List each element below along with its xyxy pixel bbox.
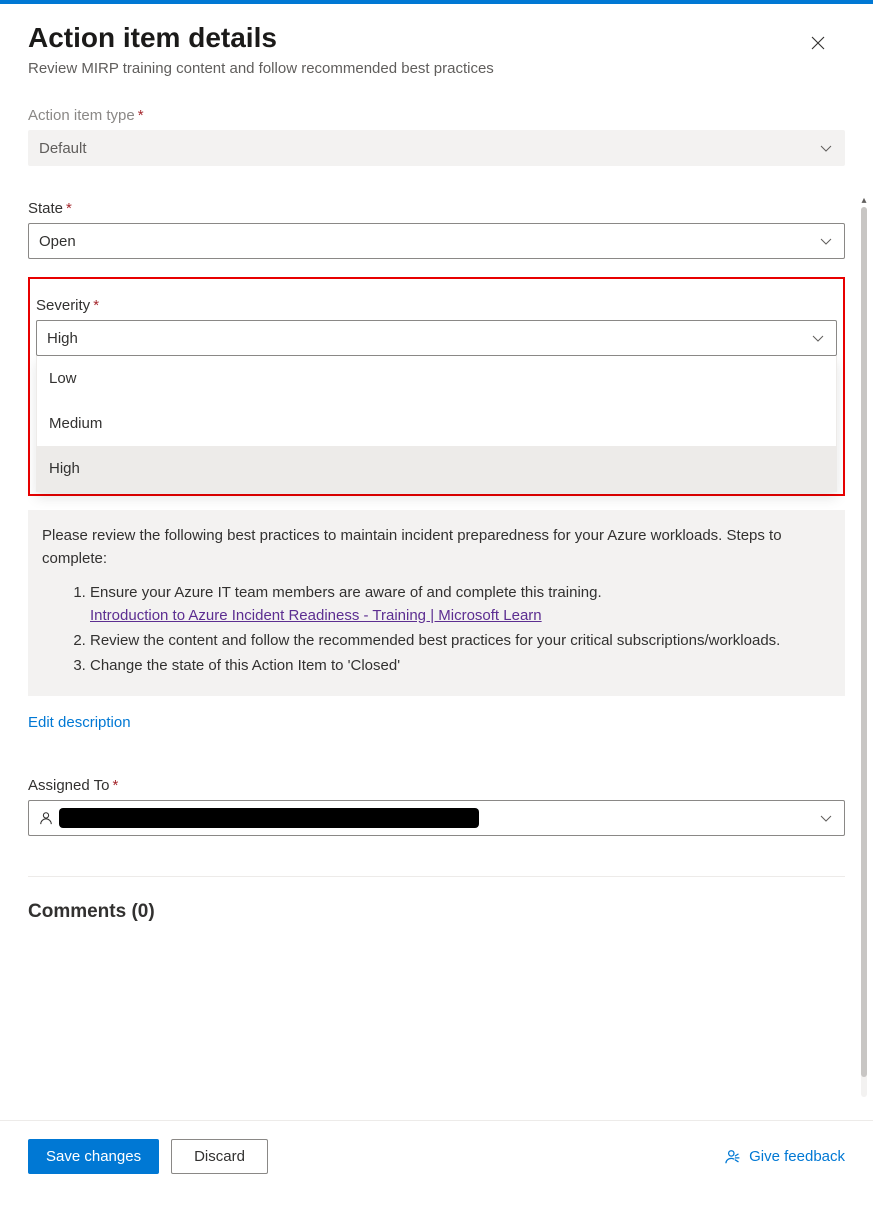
chevron-down-icon (820, 812, 832, 824)
save-button[interactable]: Save changes (28, 1139, 159, 1174)
give-feedback-link[interactable]: Give feedback (725, 1148, 845, 1166)
severity-dropdown: Low Medium High (36, 356, 837, 492)
description-step-3: Change the state of this Action Item to … (90, 654, 831, 677)
chevron-down-icon (812, 332, 824, 344)
discard-button[interactable]: Discard (171, 1139, 268, 1174)
label-assigned-to: Assigned To* (28, 777, 845, 794)
severity-highlight-box: Severity* High Low Medium High (28, 277, 845, 496)
close-icon (809, 34, 827, 52)
label-action-item-type: Action item type* (28, 107, 845, 124)
select-value: Default (39, 140, 87, 157)
description-box: Please review the following best practic… (28, 510, 845, 696)
scroll-up-arrow[interactable]: ▴ (858, 195, 870, 207)
label-state: State* (28, 200, 845, 217)
page-title: Action item details (28, 22, 845, 54)
chevron-down-icon (820, 142, 832, 154)
select-action-item-type: Default (28, 130, 845, 166)
severity-option-medium[interactable]: Medium (37, 401, 836, 446)
description-step-2: Review the content and follow the recomm… (90, 629, 831, 652)
person-icon (39, 811, 53, 825)
field-state: State* Open (28, 200, 845, 259)
field-severity: Severity* High Low Medium High (36, 297, 837, 492)
assigned-value-redacted (59, 808, 479, 828)
label-severity: Severity* (36, 297, 837, 314)
training-link[interactable]: Introduction to Azure Incident Readiness… (90, 607, 542, 624)
chevron-down-icon (820, 235, 832, 247)
divider (28, 876, 845, 877)
footer-bar: Save changes Discard Give feedback (0, 1120, 873, 1192)
severity-option-low[interactable]: Low (37, 356, 836, 401)
edit-description-link[interactable]: Edit description (28, 714, 131, 731)
field-action-item-type: Action item type* Default (28, 107, 845, 166)
feedback-icon (725, 1148, 743, 1166)
description-intro: Please review the following best practic… (42, 524, 831, 571)
select-assigned-to[interactable] (28, 800, 845, 836)
details-panel: Action item details Review MIRP training… (0, 4, 873, 923)
field-assigned-to: Assigned To* (28, 777, 845, 836)
close-button[interactable] (809, 34, 833, 58)
select-value: Open (39, 233, 76, 250)
select-state[interactable]: Open (28, 223, 845, 259)
comments-heading: Comments (0) (28, 901, 845, 923)
select-severity[interactable]: High (36, 320, 837, 356)
scrollbar-thumb[interactable] (861, 207, 867, 1077)
select-value: High (47, 330, 78, 347)
severity-option-high[interactable]: High (37, 446, 836, 491)
description-step-1: Ensure your Azure IT team members are aw… (90, 581, 831, 628)
page-subtitle: Review MIRP training content and follow … (28, 60, 845, 77)
description-steps: Ensure your Azure IT team members are aw… (42, 581, 831, 678)
